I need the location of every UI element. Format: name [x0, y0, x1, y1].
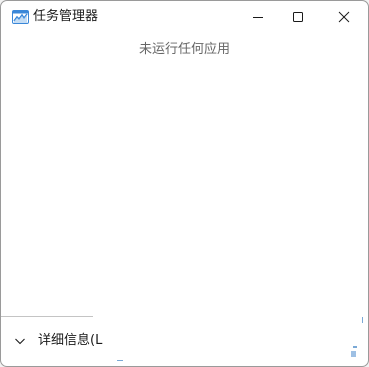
maximize-button[interactable]	[275, 1, 321, 33]
task-manager-window: 任务管理器 未运行任何应用 详细信息(L	[0, 0, 369, 367]
window-title: 任务管理器	[33, 9, 99, 24]
details-toggle-button[interactable]: 详细信息(L	[9, 329, 102, 353]
empty-apps-message: 未运行任何应用	[138, 42, 230, 57]
maximize-icon	[293, 12, 303, 22]
footer-divider	[1, 316, 93, 317]
title-bar[interactable]: 任务管理器	[1, 1, 368, 33]
render-artifact	[362, 317, 363, 323]
close-icon	[338, 11, 350, 23]
details-label: 详细信息(L	[38, 333, 103, 348]
render-artifact	[117, 360, 123, 361]
close-button[interactable]	[321, 1, 367, 33]
render-artifact	[351, 351, 356, 357]
chevron-down-icon	[15, 338, 25, 345]
render-artifact	[353, 346, 357, 348]
minimize-icon	[253, 17, 263, 18]
task-manager-icon	[12, 10, 29, 24]
